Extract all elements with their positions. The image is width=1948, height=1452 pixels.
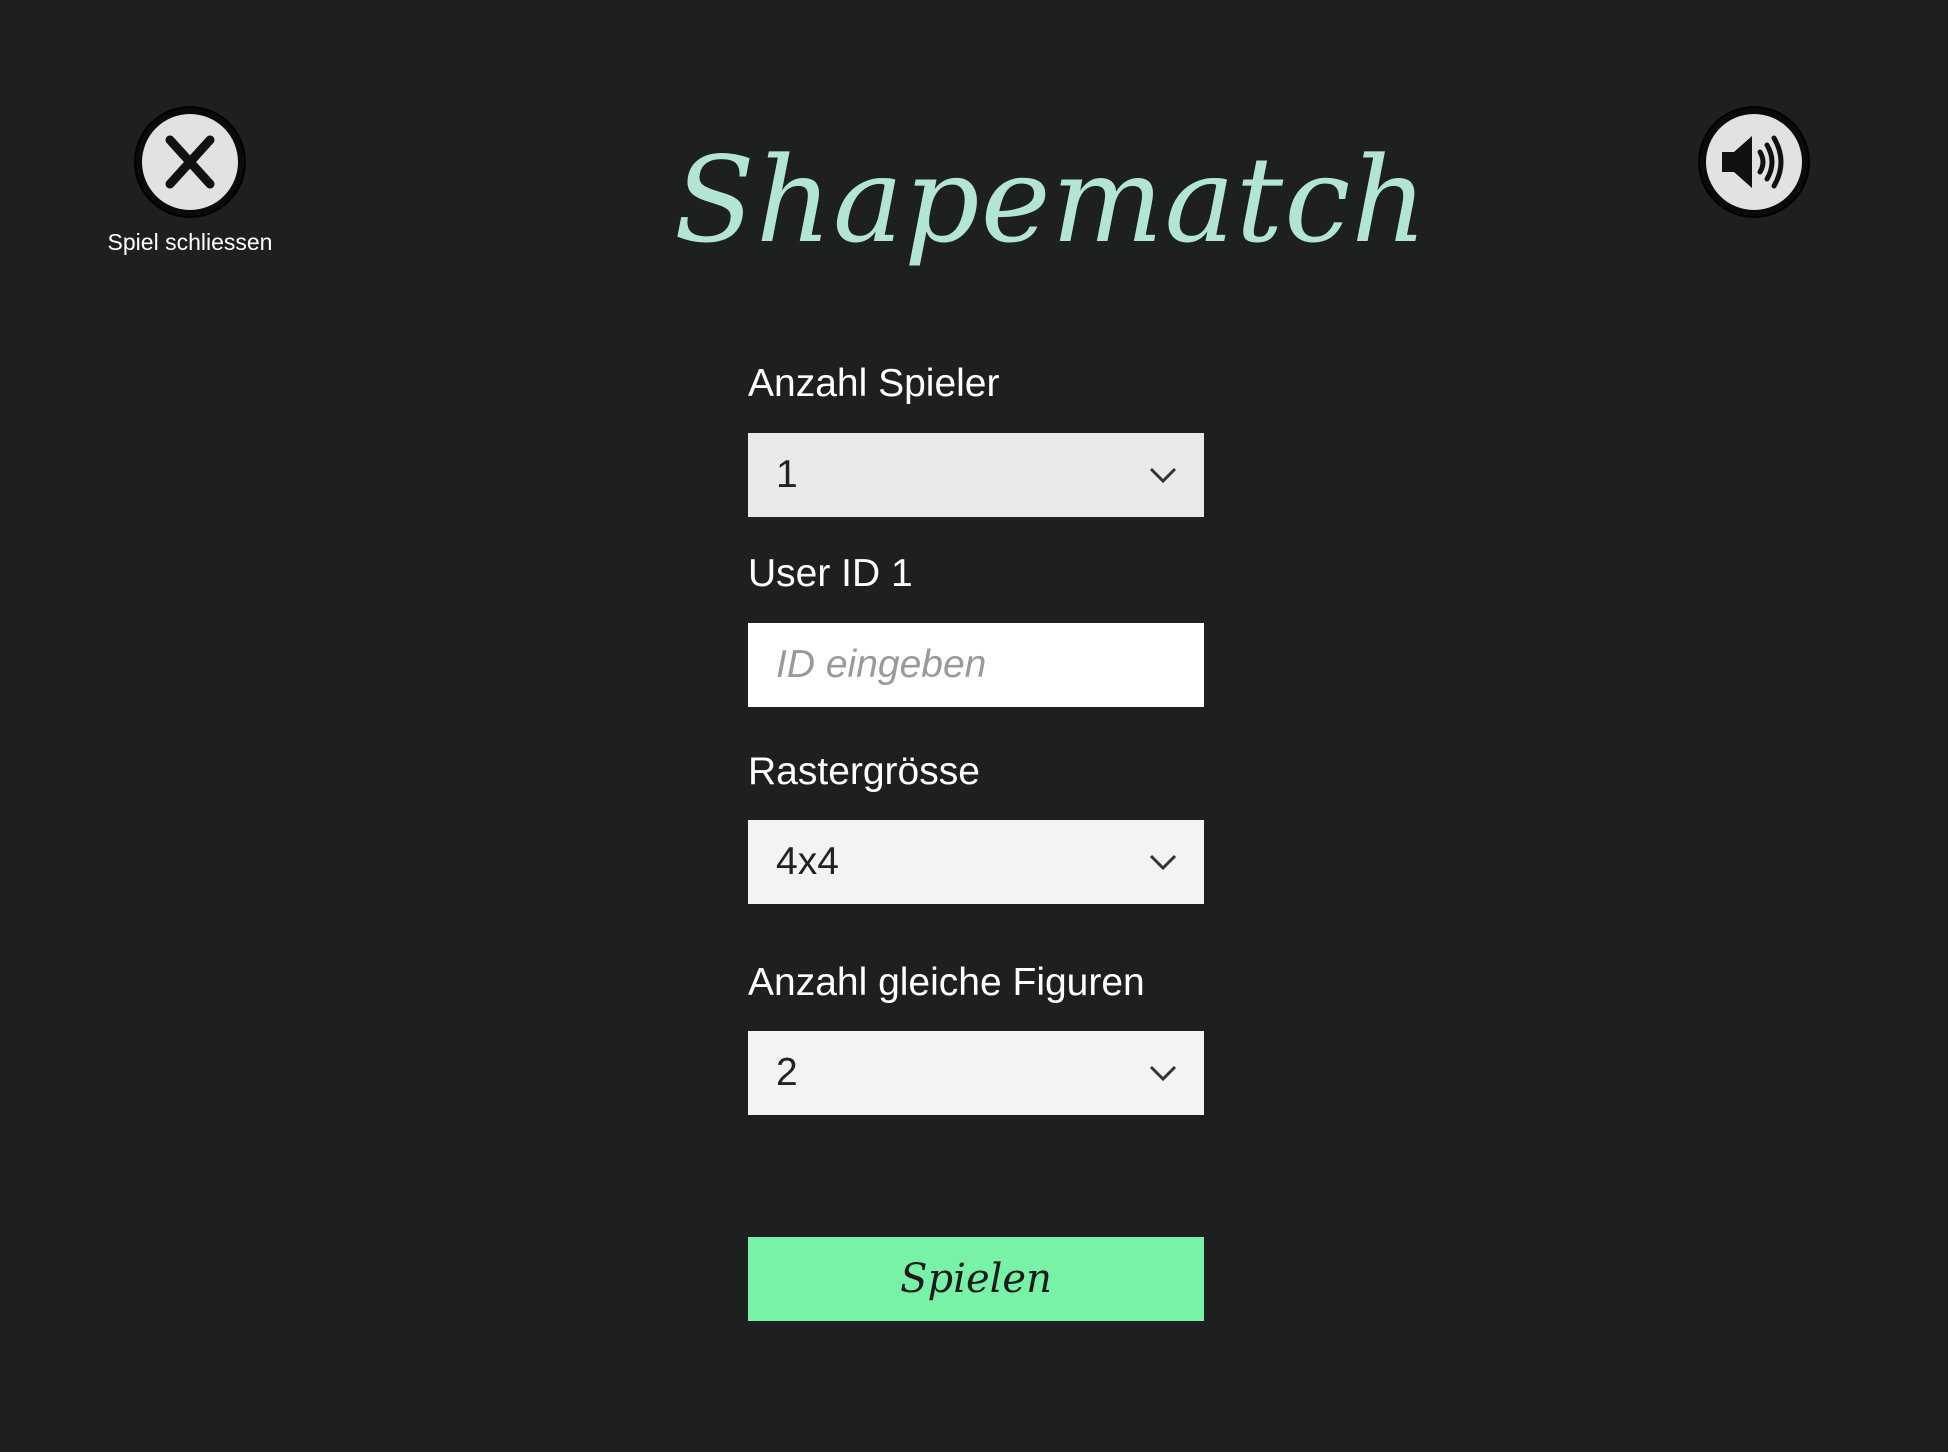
chevron-down-icon — [1149, 854, 1177, 871]
close-game-button[interactable] — [136, 108, 244, 216]
grid-size-select-value: 4x4 — [776, 840, 839, 883]
players-select[interactable]: 1 — [748, 433, 1204, 517]
chevron-down-icon — [1149, 467, 1177, 484]
matching-figures-select[interactable]: 2 — [748, 1031, 1204, 1115]
matching-figures-label: Anzahl gleiche Figuren — [748, 961, 1145, 1004]
players-label: Anzahl Spieler — [748, 362, 1000, 405]
sound-toggle-button[interactable] — [1700, 108, 1808, 216]
game-setup-screen: Spiel schliessen Shapematch Anzahl Spiel… — [0, 0, 1948, 1452]
game-title: Shapematch — [674, 131, 1429, 269]
close-game-label: Spiel schliessen — [107, 229, 273, 255]
matching-figures-select-value: 2 — [776, 1051, 798, 1094]
user-id-label: User ID 1 — [748, 552, 913, 595]
speaker-volume-icon — [1722, 135, 1784, 189]
players-select-value: 1 — [776, 453, 798, 496]
user-id-input[interactable] — [748, 623, 1204, 707]
play-button[interactable]: Spielen — [748, 1237, 1204, 1321]
grid-size-select[interactable]: 4x4 — [748, 820, 1204, 904]
grid-size-label: Rastergrösse — [748, 750, 980, 793]
close-x-icon — [165, 135, 215, 189]
chevron-down-icon — [1149, 1065, 1177, 1082]
